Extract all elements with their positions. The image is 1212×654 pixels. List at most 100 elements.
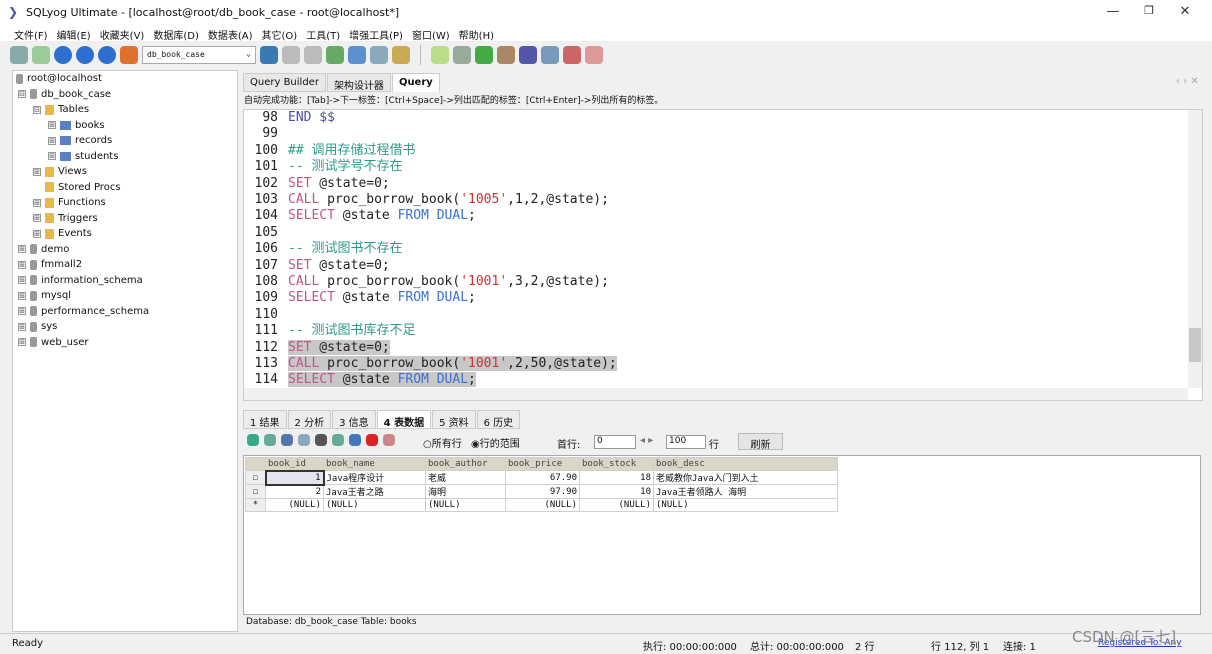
- delete-icon[interactable]: [366, 434, 378, 446]
- result-tab[interactable]: 2 分析: [287, 410, 332, 429]
- schema-sync-icon[interactable]: [453, 46, 471, 64]
- grid-cell[interactable]: (NULL): [579, 498, 654, 512]
- duplicate-row-icon[interactable]: [264, 434, 276, 446]
- expand-toggle-icon[interactable]: ⊞: [18, 276, 26, 284]
- editor-tab[interactable]: Query: [391, 73, 440, 92]
- report-icon[interactable]: [563, 46, 581, 64]
- expand-toggle-icon[interactable]: ⊞: [48, 121, 56, 129]
- user-icon[interactable]: [260, 46, 278, 64]
- grid-cell[interactable]: Java程序设计: [323, 470, 426, 485]
- index-icon[interactable]: [392, 46, 410, 64]
- menu-item[interactable]: 工具(T): [306, 27, 340, 42]
- menu-item[interactable]: 窗口(W): [412, 27, 450, 42]
- grid-cell[interactable]: (NULL): [653, 498, 838, 512]
- tree-folder[interactable]: ⊞ Events: [33, 228, 92, 239]
- new-connection-icon[interactable]: [32, 46, 50, 64]
- tree-db-sys[interactable]: ⊞ sys: [18, 321, 57, 332]
- backup-icon[interactable]: [282, 46, 300, 64]
- expand-toggle-icon[interactable]: ⊟: [18, 90, 26, 98]
- expand-toggle-icon[interactable]: ⊟: [33, 105, 41, 114]
- grid-cell[interactable]: Java王者之路: [323, 484, 426, 499]
- table-data-icon[interactable]: [370, 46, 388, 64]
- row-count-input[interactable]: 100: [666, 435, 706, 449]
- refresh-button[interactable]: 刷新: [738, 433, 783, 451]
- close-button[interactable]: ✕: [1170, 4, 1200, 19]
- scrollbar-thumb[interactable]: [1189, 328, 1201, 362]
- tree-table-records[interactable]: ⊞ records: [48, 135, 112, 146]
- save-icon[interactable]: [349, 434, 361, 446]
- grid-cell[interactable]: 97.90: [505, 484, 580, 499]
- database-select[interactable]: db_book_case ⌄: [142, 46, 256, 64]
- menu-item[interactable]: 其它(O): [262, 27, 298, 42]
- menu-item[interactable]: 收藏夹(V): [100, 27, 145, 42]
- column-header[interactable]: book_name: [323, 457, 426, 471]
- expand-toggle-icon[interactable]: ⊞: [48, 136, 56, 145]
- grid-cell[interactable]: Java王者领路人 海明: [653, 484, 838, 499]
- table-row[interactable]: * (NULL) (NULL) (NULL) (NULL) (NULL) (NULL): [245, 498, 838, 512]
- tree-folder-tables[interactable]: ⊟ Tables: [33, 104, 89, 115]
- menu-item[interactable]: 数据表(A): [208, 27, 253, 42]
- tree-table-books[interactable]: ⊞ books: [48, 120, 105, 131]
- tree-db-information_schema[interactable]: ⊞ information_schema: [18, 275, 143, 286]
- menu-item[interactable]: 帮助(H): [459, 27, 494, 42]
- row-checkbox[interactable]: ☐: [245, 470, 266, 485]
- expand-toggle-icon[interactable]: ⊞: [18, 322, 26, 331]
- execute-all-icon[interactable]: [76, 46, 94, 64]
- migration-icon[interactable]: [497, 46, 515, 64]
- query-editor[interactable]: 98 END $$ 99 100 ## 调用存储过程借书 101 -- 测试学号不存在 102…: [243, 109, 1203, 401]
- tree-folder[interactable]: Stored Procs: [33, 182, 121, 193]
- expand-toggle-icon[interactable]: ⊞: [33, 167, 41, 176]
- tree-db-performance_schema[interactable]: ⊞ performance_schema: [18, 306, 149, 317]
- radio-all-rows[interactable]: ○所有行: [423, 435, 462, 450]
- insert-row-icon[interactable]: [247, 434, 259, 446]
- expand-toggle-icon[interactable]: ⊞: [18, 245, 26, 253]
- tree-folder[interactable]: ⊞ Views: [33, 166, 87, 177]
- expand-toggle-icon[interactable]: ⊞: [33, 229, 41, 238]
- grid-cell[interactable]: (NULL): [265, 498, 324, 512]
- grid-cell[interactable]: 老威教你Java入门到入土: [653, 470, 838, 485]
- page-arrows[interactable]: ◂ ▸: [640, 435, 653, 446]
- expand-toggle-icon[interactable]: ⊞: [33, 198, 41, 207]
- tree-folder[interactable]: ⊞ Triggers: [33, 213, 98, 224]
- tree-db-fmmall2[interactable]: ⊞ fmmall2: [18, 259, 82, 270]
- grid-cell[interactable]: 10: [579, 484, 654, 499]
- grid-cell[interactable]: 2: [265, 484, 324, 499]
- tree-db-demo[interactable]: ⊞ demo: [18, 244, 69, 255]
- expand-toggle-icon[interactable]: ⊞: [33, 214, 41, 222]
- grid-cell[interactable]: 海明: [425, 484, 506, 499]
- expand-toggle-icon[interactable]: ⊞: [18, 338, 26, 346]
- grid-cell[interactable]: (NULL): [323, 498, 426, 512]
- result-tab[interactable]: 6 历史: [476, 410, 521, 429]
- column-header[interactable]: book_stock: [579, 457, 654, 471]
- grid-cell[interactable]: 1: [264, 469, 325, 486]
- copy-row-icon[interactable]: [281, 434, 293, 446]
- expand-toggle-icon[interactable]: ⊞: [18, 291, 26, 300]
- maximize-button[interactable]: ❐: [1134, 4, 1164, 17]
- editor-tab[interactable]: Query Builder: [243, 73, 326, 92]
- editor-tab[interactable]: 架构设计器: [326, 73, 391, 92]
- column-header[interactable]: book_id: [265, 457, 324, 471]
- result-tab[interactable]: 1 结果: [243, 410, 287, 429]
- menu-item[interactable]: 文件(F): [14, 27, 48, 42]
- menu-item[interactable]: 数据库(D): [153, 27, 199, 42]
- table-icon[interactable]: [348, 46, 366, 64]
- filter-icon[interactable]: [315, 434, 327, 446]
- editor-horizontal-scrollbar[interactable]: [244, 388, 1188, 400]
- grid-cell[interactable]: 18: [579, 470, 654, 485]
- grid-cell[interactable]: (NULL): [505, 498, 580, 512]
- column-header[interactable]: book_author: [425, 457, 506, 471]
- tree-root[interactable]: root@localhost: [16, 73, 102, 84]
- designer-icon[interactable]: [585, 46, 603, 64]
- result-tab[interactable]: 5 资料: [432, 410, 476, 429]
- expand-toggle-icon[interactable]: ⊞: [18, 260, 26, 269]
- tree-db-web_user[interactable]: ⊞ web_user: [18, 337, 89, 348]
- paste-row-icon[interactable]: [298, 434, 310, 446]
- monitor-icon[interactable]: [541, 46, 559, 64]
- radio-row-range[interactable]: ◉行的范围: [471, 435, 520, 450]
- cancel-icon[interactable]: [383, 434, 395, 446]
- row-checkbox[interactable]: ☐: [245, 484, 266, 499]
- column-header[interactable]: book_price: [505, 457, 580, 471]
- tree-db-mysql[interactable]: ⊞ mysql: [18, 290, 71, 301]
- job-icon[interactable]: [519, 46, 537, 64]
- refresh-icon[interactable]: [98, 46, 116, 64]
